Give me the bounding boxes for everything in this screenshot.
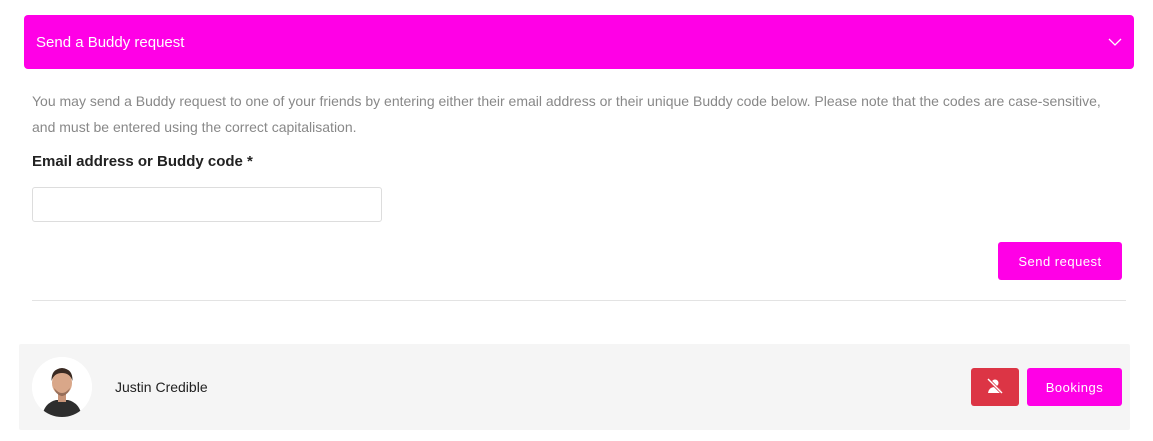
- remove-buddy-button[interactable]: [971, 368, 1019, 406]
- send-request-button[interactable]: Send request: [998, 242, 1122, 280]
- accordion-title: Send a Buddy request: [36, 33, 185, 51]
- email-field-label: Email address or Buddy code *: [32, 153, 253, 170]
- buddy-name: Justin Credible: [115, 379, 208, 395]
- divider: [32, 300, 1126, 301]
- buddy-request-accordion-header[interactable]: Send a Buddy request: [24, 15, 1134, 69]
- email-or-buddy-code-input[interactable]: [32, 187, 382, 222]
- buddy-list-item: Justin Credible Bookings: [19, 344, 1130, 430]
- request-description: You may send a Buddy request to one of y…: [32, 93, 1101, 135]
- chevron-down-icon[interactable]: [1108, 35, 1122, 49]
- user-remove-icon: [986, 377, 1004, 397]
- avatar: [32, 357, 92, 417]
- bookings-button[interactable]: Bookings: [1027, 368, 1122, 406]
